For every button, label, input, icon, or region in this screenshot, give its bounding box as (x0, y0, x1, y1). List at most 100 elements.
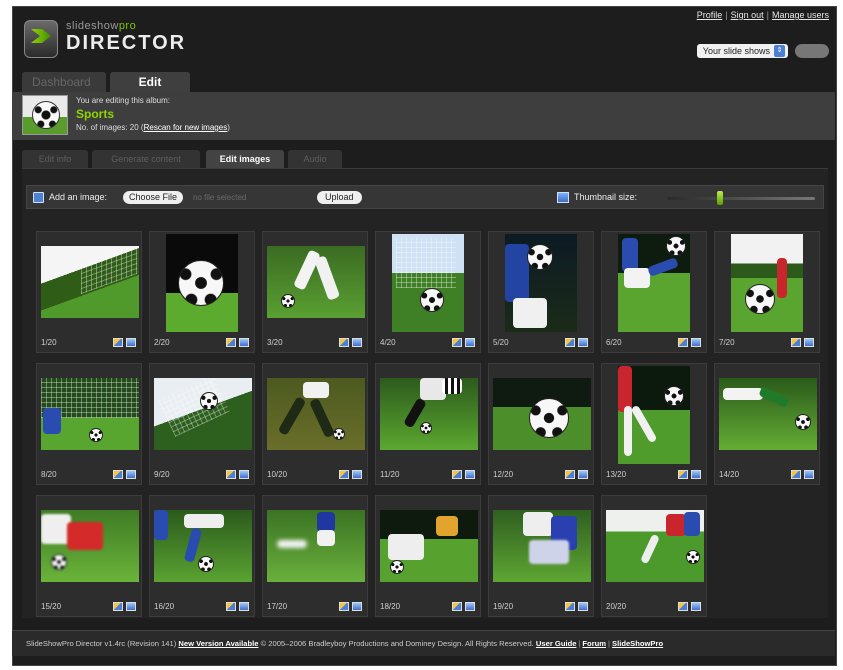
image-tile[interactable]: 4/20 (375, 231, 481, 353)
preview-image-icon[interactable] (578, 602, 588, 611)
image-thumbnail[interactable] (493, 510, 591, 582)
sign-out-link[interactable]: Sign out (731, 10, 764, 20)
edit-image-icon[interactable] (452, 470, 462, 479)
image-thumbnail[interactable] (267, 378, 365, 450)
edit-image-icon[interactable] (791, 338, 801, 347)
image-tile[interactable]: 15/20 (36, 495, 142, 617)
image-tile[interactable]: 20/20 (601, 495, 707, 617)
image-thumbnail[interactable] (618, 366, 690, 464)
preview-image-icon[interactable] (465, 602, 475, 611)
upload-button[interactable]: Upload (317, 191, 362, 204)
image-tile[interactable]: 17/20 (262, 495, 368, 617)
preview-image-icon[interactable] (804, 470, 814, 479)
image-thumbnail[interactable] (41, 510, 139, 582)
edit-image-icon[interactable] (565, 602, 575, 611)
image-thumbnail[interactable] (392, 234, 464, 332)
preview-image-icon[interactable] (578, 338, 588, 347)
image-tile[interactable]: 8/20 (36, 363, 142, 485)
image-tile[interactable]: 18/20 (375, 495, 481, 617)
preview-image-icon[interactable] (352, 602, 362, 611)
go-button[interactable] (795, 44, 829, 58)
edit-image-icon[interactable] (452, 338, 462, 347)
image-thumbnail[interactable] (606, 510, 704, 582)
tab-generate-content[interactable]: Generate content (92, 150, 200, 168)
image-tile[interactable]: 16/20 (149, 495, 255, 617)
edit-image-icon[interactable] (678, 602, 688, 611)
preview-image-icon[interactable] (804, 338, 814, 347)
edit-image-icon[interactable] (791, 470, 801, 479)
edit-image-icon[interactable] (452, 602, 462, 611)
edit-image-icon[interactable] (678, 470, 688, 479)
preview-image-icon[interactable] (691, 602, 701, 611)
image-thumbnail[interactable] (154, 510, 252, 582)
preview-image-icon[interactable] (239, 470, 249, 479)
image-thumbnail[interactable] (380, 378, 478, 450)
image-thumbnail[interactable] (618, 234, 690, 332)
preview-image-icon[interactable] (239, 338, 249, 347)
preview-image-icon[interactable] (352, 470, 362, 479)
edit-image-icon[interactable] (226, 602, 236, 611)
image-thumbnail[interactable] (154, 378, 252, 450)
image-thumbnail[interactable] (41, 246, 139, 318)
edit-image-icon[interactable] (226, 338, 236, 347)
image-tile[interactable]: 6/20 (601, 231, 707, 353)
preview-image-icon[interactable] (465, 470, 475, 479)
tab-audio[interactable]: Audio (288, 150, 342, 168)
edit-image-icon[interactable] (113, 470, 123, 479)
edit-image-icon[interactable] (113, 338, 123, 347)
image-thumbnail[interactable] (505, 234, 577, 332)
preview-image-icon[interactable] (352, 338, 362, 347)
preview-image-icon[interactable] (691, 338, 701, 347)
edit-image-icon[interactable] (113, 602, 123, 611)
image-tile[interactable]: 2/20 (149, 231, 255, 353)
image-thumbnail[interactable] (166, 234, 238, 332)
tab-dashboard[interactable]: Dashboard (22, 72, 106, 92)
manage-users-link[interactable]: Manage users (772, 10, 829, 20)
forum-link[interactable]: Forum (582, 639, 606, 648)
image-thumbnail[interactable] (493, 378, 591, 450)
edit-image-icon[interactable] (678, 338, 688, 347)
image-tile[interactable]: 1/20 (36, 231, 142, 353)
tab-edit-info[interactable]: Edit info (22, 150, 88, 168)
slider-handle[interactable] (716, 191, 723, 205)
preview-image-icon[interactable] (126, 602, 136, 611)
edit-image-icon[interactable] (339, 338, 349, 347)
tab-edit-images[interactable]: Edit images (206, 150, 284, 168)
user-guide-link[interactable]: User Guide (536, 639, 577, 648)
image-thumbnail[interactable] (380, 510, 478, 582)
thumbnail-size-slider[interactable] (667, 191, 815, 205)
image-tile[interactable]: 3/20 (262, 231, 368, 353)
new-version-link[interactable]: New Version Available (178, 639, 258, 648)
choose-file-button[interactable]: Choose File (123, 191, 184, 204)
image-tile[interactable]: 13/20 (601, 363, 707, 485)
slide-shows-select[interactable]: Your slide shows ⇕ (696, 44, 788, 58)
image-thumbnail[interactable] (41, 378, 139, 450)
rescan-link[interactable]: Rescan for new images (144, 123, 228, 132)
image-thumbnail[interactable] (267, 246, 365, 318)
image-tile[interactable]: 5/20 (488, 231, 594, 353)
preview-image-icon[interactable] (578, 470, 588, 479)
preview-image-icon[interactable] (465, 338, 475, 347)
edit-image-icon[interactable] (339, 470, 349, 479)
preview-image-icon[interactable] (239, 602, 249, 611)
image-tile[interactable]: 19/20 (488, 495, 594, 617)
image-tile[interactable]: 9/20 (149, 363, 255, 485)
image-thumbnail[interactable] (267, 510, 365, 582)
tab-edit-album[interactable]: Edit album (110, 72, 190, 109)
image-tile[interactable]: 7/20 (714, 231, 820, 353)
image-tile[interactable]: 14/20 (714, 363, 820, 485)
image-tile[interactable]: 11/20 (375, 363, 481, 485)
edit-image-icon[interactable] (565, 338, 575, 347)
edit-image-icon[interactable] (339, 602, 349, 611)
preview-image-icon[interactable] (126, 338, 136, 347)
image-thumbnail[interactable] (731, 234, 803, 332)
image-tile[interactable]: 12/20 (488, 363, 594, 485)
profile-link[interactable]: Profile (697, 10, 723, 20)
image-thumbnail[interactable] (719, 378, 817, 450)
preview-image-icon[interactable] (126, 470, 136, 479)
preview-image-icon[interactable] (691, 470, 701, 479)
edit-image-icon[interactable] (226, 470, 236, 479)
edit-image-icon[interactable] (565, 470, 575, 479)
slideshowpro-link[interactable]: SlideShowPro (612, 639, 663, 648)
image-tile[interactable]: 10/20 (262, 363, 368, 485)
